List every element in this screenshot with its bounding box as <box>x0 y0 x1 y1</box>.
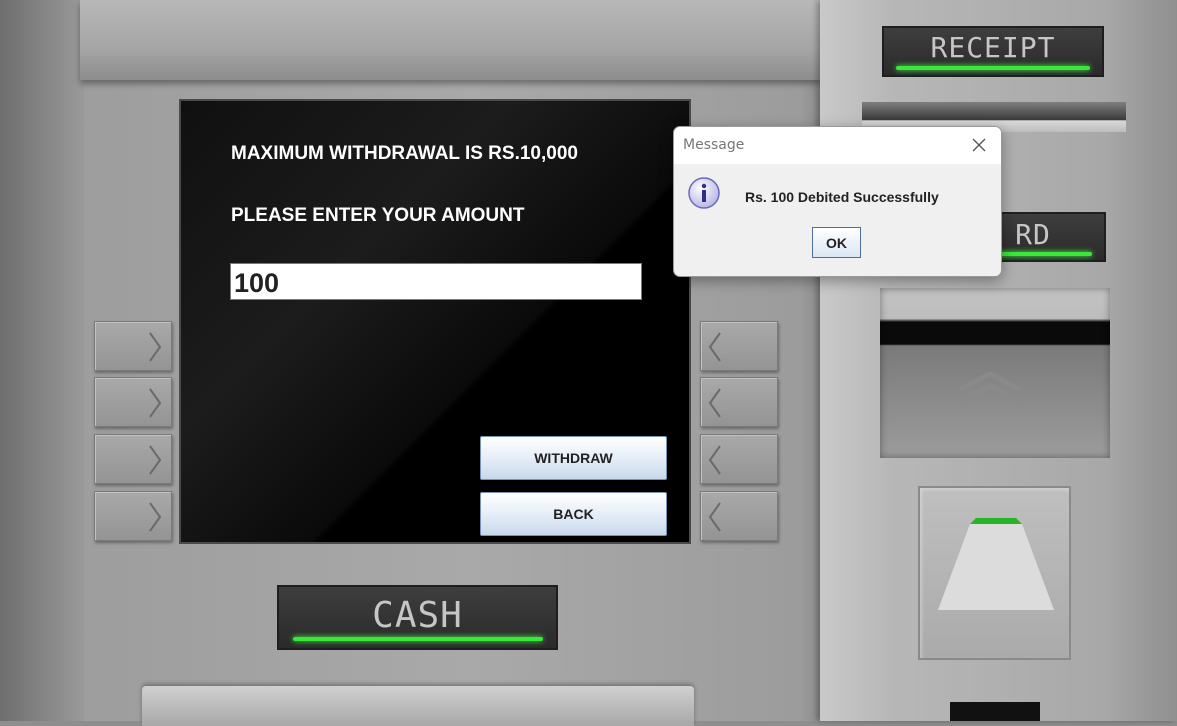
enter-amount-label: PLEASE ENTER YOUR AMOUNT <box>231 205 525 226</box>
bottom-slot-opening <box>950 702 1040 721</box>
chevron-right-icon <box>149 388 162 418</box>
keypad-panel <box>918 486 1071 660</box>
max-withdrawal-label: MAXIMUM WITHDRAWAL IS RS.10,000 <box>231 143 578 164</box>
chevron-left-icon <box>708 332 721 362</box>
right-side-key-2[interactable] <box>700 377 778 427</box>
amount-input[interactable]: 100 <box>230 263 642 300</box>
chevron-left-icon <box>708 502 721 532</box>
cash-label: CASH <box>372 595 463 636</box>
close-icon[interactable] <box>971 137 987 153</box>
chevron-right-icon <box>149 332 162 362</box>
chevron-left-icon <box>708 388 721 418</box>
back-button[interactable]: BACK <box>480 492 667 536</box>
receipt-label: RECEIPT <box>930 31 1056 64</box>
double-chevron-up-icon <box>957 371 1023 405</box>
right-side-key-3[interactable] <box>700 434 778 484</box>
info-icon <box>688 177 720 209</box>
cash-plate: CASH <box>277 585 558 650</box>
left-side-key-4[interactable] <box>94 491 172 541</box>
right-side-key-1[interactable] <box>700 321 778 371</box>
cash-led <box>293 637 543 641</box>
keypad-shield-icon <box>938 518 1054 610</box>
chevron-right-icon <box>149 445 162 475</box>
dialog-message: Rs. 100 Debited Successfully <box>745 189 939 205</box>
receipt-led <box>896 66 1090 70</box>
chevron-left-icon <box>708 445 721 475</box>
chevron-right-icon <box>149 502 162 532</box>
left-side-key-2[interactable] <box>94 377 172 427</box>
message-dialog: Message Rs. 100 Debited Successfully OK <box>673 126 1002 277</box>
cash-dispenser-slot <box>142 686 694 726</box>
withdraw-button[interactable]: WITHDRAW <box>480 436 667 480</box>
left-side-key-1[interactable] <box>94 321 172 371</box>
left-side-key-3[interactable] <box>94 434 172 484</box>
ok-button[interactable]: OK <box>812 227 861 258</box>
right-side-key-4[interactable] <box>700 491 778 541</box>
dialog-title: Message <box>683 137 745 153</box>
receipt-plate: RECEIPT <box>882 26 1104 77</box>
atm-left-rim <box>0 0 84 721</box>
atm-top-ledge <box>80 0 820 80</box>
